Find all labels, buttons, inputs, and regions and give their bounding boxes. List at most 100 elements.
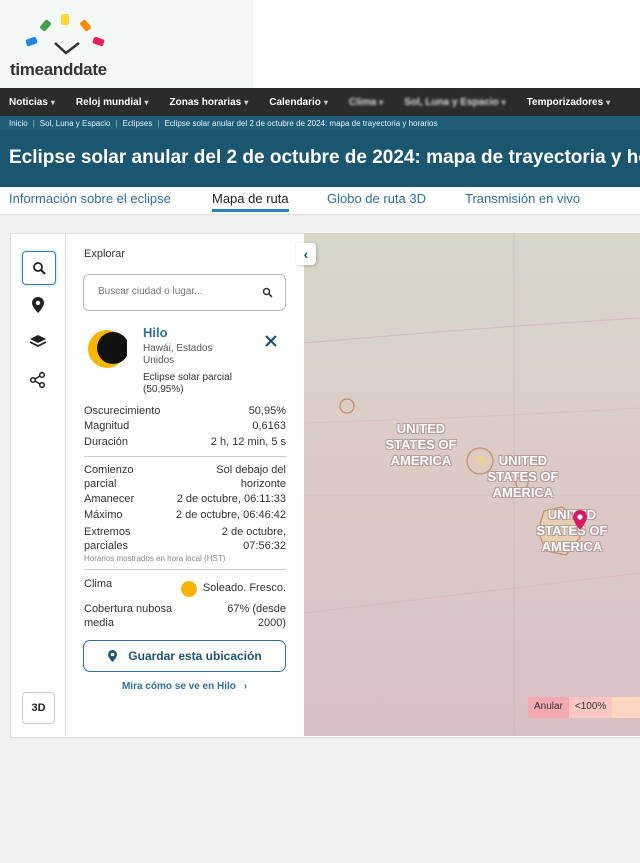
obscuration-label: Oscurecimiento [84,405,161,417]
obscuration-value: 50,95% [248,405,286,417]
layers-tool-button[interactable] [22,326,54,358]
save-location-button[interactable]: Guardar esta ubicación [83,640,286,672]
location-pin-icon [108,650,118,662]
breadcrumb-item: Eclipse solar anular del 2 de octubre de… [164,118,438,128]
timezone-note: Horarios mostrados en hora local (HST) [84,554,226,563]
cloud-cover-value: 67% (desde 2000) [227,603,286,629]
logo-petal [79,19,92,32]
page-title: Eclipse solar anular del 2 de octubre de… [9,147,640,168]
info-panel: Explorar Hilo Hawái, Estados Unidos Ecli… [66,234,303,736]
nav-item[interactable]: Temporizadores ▾ [527,97,611,108]
tab-eclipse-info[interactable]: Información sobre el eclipse [9,191,171,206]
divider [84,456,286,457]
tab-bar: Información sobre el eclipse Mapa de rut… [0,187,640,215]
search-input[interactable] [96,285,260,298]
maximum-label: Máximo [84,509,123,521]
climate-value: Soleado. Fresco. [202,582,286,594]
tab-3d-globe[interactable]: Globo de ruta 3D [327,191,426,206]
close-icon[interactable] [265,335,277,347]
logo-petal [25,36,38,47]
share-tool-button[interactable] [22,364,54,396]
see-link-label: Mira cómo se ve en Hilo [121,681,236,692]
nav-item-label: Sol, Luna y Espacio [404,96,499,108]
divider [84,569,286,570]
partial-end-label: Extremos parciales [84,526,131,552]
location-region: Hawái, Estados Unidos [143,343,213,366]
eclipse-map[interactable]: UNITED STATES OF AMERICA UNITED STATES O… [304,233,640,736]
chevron-down-icon: ▾ [144,97,149,107]
climate-label: Clima [84,578,113,590]
nav-item-label: Temporizadores [526,96,604,108]
location-tool-button[interactable] [22,289,54,321]
chevron-down-icon: ▾ [323,97,328,107]
legend-less-100: <100% [568,697,613,718]
sunrise-label: Amanecer [84,493,135,505]
partial-begin-label: Comienzo parcial [84,464,134,490]
breadcrumb-item[interactable]: Inicio [9,119,28,128]
search-tool-button[interactable] [22,251,56,285]
nav-item[interactable]: Clima ▾ [349,97,383,108]
duration-label: Duración [84,436,129,448]
breadcrumb-item[interactable]: Sol, Luna y Espacio [40,119,111,128]
sun-icon [181,581,197,597]
partial-begin-value: Sol debajo del horizonte [216,464,286,490]
chevron-down-icon: ▾ [501,97,506,107]
map-legend: Anular <100% [528,697,640,718]
nav-item-label: Calendario [269,96,321,108]
map-label-usa: UNITED STATES OF AMERICA [487,453,559,500]
partial-eclipse-icon [88,330,127,368]
chevron-left-icon: ‹ [303,246,309,262]
duration-value: 2 h, 12 min, 5 s [210,436,286,448]
location-pin-icon[interactable] [572,509,588,531]
nav-item-label: Noticias [9,96,48,108]
logo-text: timeanddate [10,60,107,79]
breadcrumb-separator: | [115,118,118,128]
collapse-panel-button[interactable]: ‹ [296,243,316,265]
sunrise-value: 2 de octubre, 06:11:33 [176,493,286,505]
see-in-location-link[interactable]: Mira cómo se ve en Hilo › [66,681,303,692]
title-bar: Eclipse solar anular del 2 de octubre de… [0,130,640,187]
logo-check-icon [54,42,80,55]
nav-item[interactable]: Reloj mundial ▾ [76,97,149,108]
partial-end-value: 2 de octubre, 07:56:32 [221,526,286,552]
share-icon [30,372,46,388]
logo-petal [92,36,105,47]
logo-petal [39,19,52,32]
3d-view-button[interactable]: 3D [22,692,55,724]
chevron-down-icon: ▾ [50,97,55,107]
location-pin-icon [32,297,44,313]
logo-petal [61,14,69,25]
nav-item[interactable]: Noticias ▾ [9,97,55,108]
cloud-cover-label: Cobertura nubosa media [84,603,173,629]
nav-item[interactable]: Calendario ▾ [269,97,328,108]
chevron-right-icon: › [243,681,248,692]
nav-item-label: Clima [348,96,377,108]
nav-item-label: Zonas horarias [169,96,242,108]
search-icon [33,262,46,275]
map-label-usa: UNITED STATES OF AMERICA [385,421,457,468]
search-box[interactable] [83,274,286,311]
main-nav: Noticias ▾ Reloj mundial ▾ Zonas horarias ▾ Ca… [0,88,640,116]
breadcrumb-item[interactable]: Eclipses [123,119,153,128]
nav-item[interactable]: Zonas horarias ▾ [170,97,249,108]
header-blank [253,0,640,88]
breadcrumb-separator: | [157,118,160,128]
tab-route-map[interactable]: Mapa de ruta [212,191,289,212]
magnitude-label: Magnitud [84,420,130,432]
search-icon[interactable] [262,287,273,298]
chevron-down-icon: ▾ [244,97,249,107]
explore-heading: Explorar [84,248,125,260]
tab-live-stream[interactable]: Transmisión en vivo [465,191,580,206]
maximum-value: 2 de octubre, 06:46:42 [175,509,286,521]
map-toolbar: 3D [11,234,66,736]
chevron-down-icon: ▾ [606,97,611,107]
map-graphics [304,233,640,736]
legend-swatch [612,697,640,718]
nav-item[interactable]: Sol, Luna y Espacio ▾ [404,97,505,108]
nav-item-label: Reloj mundial [75,96,142,108]
logo[interactable]: timeanddate [0,0,253,88]
layers-icon [29,335,47,348]
chevron-down-icon: ▾ [379,97,384,107]
eclipse-type: Eclipse solar parcial (50,95%) [143,372,232,395]
location-name[interactable]: Hilo [143,325,168,340]
